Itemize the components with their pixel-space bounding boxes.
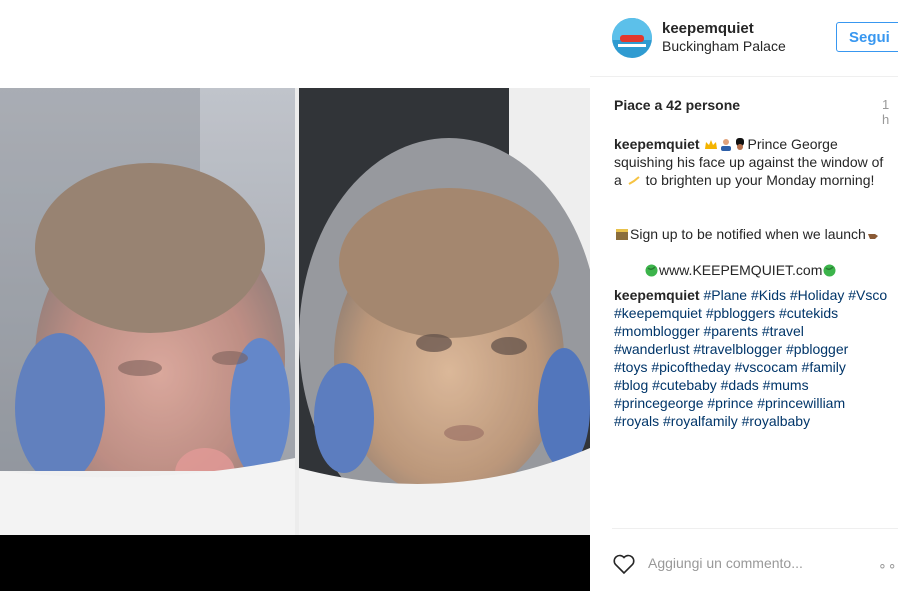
tags-line-3[interactable]: #momblogger #parents #travel <box>614 322 887 340</box>
hashtag-comment: keepemquiet #Plane #Kids #Holiday #Vsco … <box>614 286 887 430</box>
person-icon <box>721 139 732 151</box>
crown-icon <box>705 140 718 149</box>
photo-right-image <box>299 88 590 535</box>
caption-username[interactable]: keepemquiet <box>614 136 700 152</box>
tags-line-1: keepemquiet #Plane #Kids #Holiday #Vsco <box>614 287 888 303</box>
clapper-icon <box>616 229 628 240</box>
caption-line-3: a to brighten up your Monday morning! <box>614 172 875 188</box>
post-side-panel: keepemquiet Buckingham Palace Segui Piac… <box>590 0 898 591</box>
tags-line-4[interactable]: #wanderlust #travelblogger #pblogger <box>614 340 887 358</box>
tags-line-7[interactable]: #princegeorge #prince #princewilliam <box>614 394 887 412</box>
website-link[interactable]: www.KEEPEMQUIET.com <box>659 262 822 278</box>
photo-top-band <box>0 0 590 88</box>
avatar[interactable] <box>612 18 652 58</box>
heart-icon[interactable] <box>612 553 636 575</box>
sun-icon <box>628 176 640 185</box>
post-time[interactable]: 1 h <box>882 97 898 127</box>
caption-text-1: Prince George <box>747 136 838 152</box>
follow-button[interactable]: Segui <box>836 22 898 52</box>
caption-line-5: www.KEEPEMQUIET.com <box>614 261 898 279</box>
location-link[interactable]: Buckingham Palace <box>662 38 786 54</box>
caption-line-4: Sign up to be notified when we launch <box>614 225 898 243</box>
photo-panel-right <box>299 88 590 535</box>
tags-line-5[interactable]: #toys #picoftheday #vscocam #family <box>614 358 887 376</box>
post-header: keepemquiet Buckingham Palace Segui <box>590 0 898 77</box>
comment-input[interactable]: Aggiungi un commento... <box>648 555 803 571</box>
globe-icon <box>823 264 836 277</box>
caption-line-2: squishing his face up against the window… <box>614 154 884 170</box>
caption: keepemquiet Prince George squishing his … <box>614 135 898 279</box>
comment-username[interactable]: keepemquiet <box>614 287 700 303</box>
tags-line-8[interactable]: #royals #royalfamily #royalbaby <box>614 412 887 430</box>
tags-line-2[interactable]: #keepemquiet #pbloggers #cutekids <box>614 304 887 322</box>
photo-left-image <box>0 88 295 535</box>
more-options-icon[interactable]: ∘∘∘ <box>878 557 898 574</box>
post-photo[interactable] <box>0 0 590 591</box>
caption-line-1: keepemquiet Prince George <box>614 135 898 153</box>
post-footer: Aggiungi un commento... ∘∘∘ <box>612 528 898 591</box>
photo-bottom-band <box>0 535 590 591</box>
likes-count[interactable]: Piace a 42 persone <box>614 97 740 113</box>
guard-icon <box>736 138 745 150</box>
username-link[interactable]: keepemquiet <box>662 20 754 37</box>
tags-line-6[interactable]: #blog #cutebaby #dads #mums <box>614 376 887 394</box>
photo-panel-left <box>0 88 295 535</box>
globe-icon <box>645 264 658 277</box>
pointing-hand-icon <box>867 234 878 239</box>
